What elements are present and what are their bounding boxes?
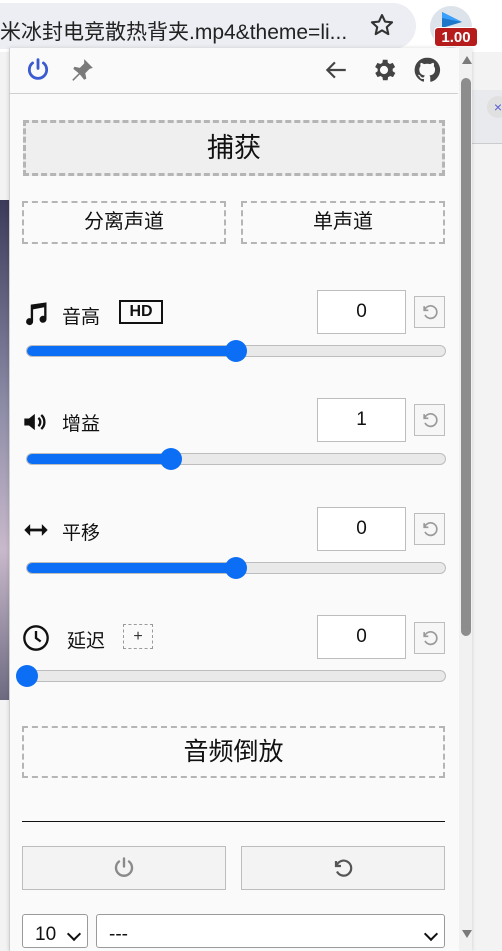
chevron-down-icon: [423, 926, 439, 942]
gain-slider[interactable]: [26, 448, 446, 470]
left-right-arrow-icon: [22, 516, 50, 544]
gear-icon[interactable]: [370, 56, 398, 84]
address-text[interactable]: 米冰封电竞散热背夹.mp4&theme=li...: [0, 16, 347, 46]
power-icon[interactable]: [24, 56, 52, 84]
pan-reset-button[interactable]: [414, 513, 445, 545]
chevron-down-icon: [66, 926, 82, 942]
preset-number-select[interactable]: 10: [22, 914, 88, 948]
bookmark-star-icon[interactable]: [368, 11, 396, 39]
reset-icon: [422, 413, 438, 428]
address-bar[interactable]: 米冰封电竞散热背夹.mp4&theme=li...: [0, 3, 416, 49]
mono-button[interactable]: 单声道: [241, 201, 445, 244]
back-arrow-icon[interactable]: [322, 56, 350, 84]
side-close-icon[interactable]: ×: [487, 96, 502, 118]
pin-icon[interactable]: [68, 56, 96, 84]
capture-button[interactable]: 捕获: [23, 120, 445, 176]
slider-thumb[interactable]: [225, 340, 247, 362]
extension-badge: 1.00: [434, 27, 478, 47]
slider-fill: [27, 454, 172, 464]
gain-reset-button[interactable]: [414, 404, 445, 436]
reset-all-button[interactable]: [241, 846, 445, 890]
delay-reset-button[interactable]: [414, 622, 445, 654]
pan-value-input[interactable]: 0: [317, 507, 406, 551]
reset-icon: [422, 522, 438, 537]
reverse-audio-button[interactable]: 音频倒放: [22, 726, 445, 778]
split-channels-button[interactable]: 分离声道: [22, 201, 226, 244]
delay-add-button[interactable]: +: [123, 624, 153, 649]
pitch-label: 音高: [62, 307, 101, 328]
scroll-up-arrow-icon[interactable]: [462, 56, 472, 64]
extension-popup: 捕获 分离声道 单声道 音高 HD 0 增益 1 平移 0 延迟 + 0 音频倒…: [9, 48, 472, 951]
delay-slider[interactable]: [16, 665, 446, 687]
slider-thumb[interactable]: [160, 448, 183, 470]
reset-icon: [422, 305, 438, 320]
select-value: 10: [35, 924, 57, 945]
clock-icon: [22, 624, 50, 652]
power-icon: [114, 857, 134, 877]
delay-label: 延迟: [67, 631, 106, 652]
divider: [22, 821, 445, 822]
slider-fill: [27, 563, 236, 573]
slider-thumb[interactable]: [16, 665, 38, 687]
scrollbar-thumb[interactable]: [461, 78, 471, 636]
pitch-value-input[interactable]: 0: [317, 290, 406, 334]
preset-select[interactable]: ---: [96, 914, 445, 948]
pan-slider[interactable]: [26, 557, 446, 579]
scroll-down-arrow-icon[interactable]: [462, 930, 472, 938]
popup-header: [10, 48, 458, 94]
reset-icon: [422, 631, 438, 646]
pan-label: 平移: [62, 523, 101, 544]
pitch-slider[interactable]: [26, 340, 446, 362]
gain-label: 增益: [62, 414, 101, 435]
music-note-icon: [22, 300, 50, 328]
pitch-reset-button[interactable]: [414, 296, 445, 328]
select-value: ---: [109, 924, 128, 945]
slider-thumb[interactable]: [225, 557, 247, 579]
power-toggle-button[interactable]: [22, 846, 226, 890]
github-icon[interactable]: [413, 56, 441, 84]
volume-icon: [22, 408, 50, 436]
delay-value-input[interactable]: 0: [317, 615, 406, 659]
gain-value-input[interactable]: 1: [317, 398, 406, 442]
slider-fill: [27, 346, 236, 356]
hd-toggle[interactable]: HD: [119, 300, 163, 324]
refresh-icon: [334, 859, 353, 877]
